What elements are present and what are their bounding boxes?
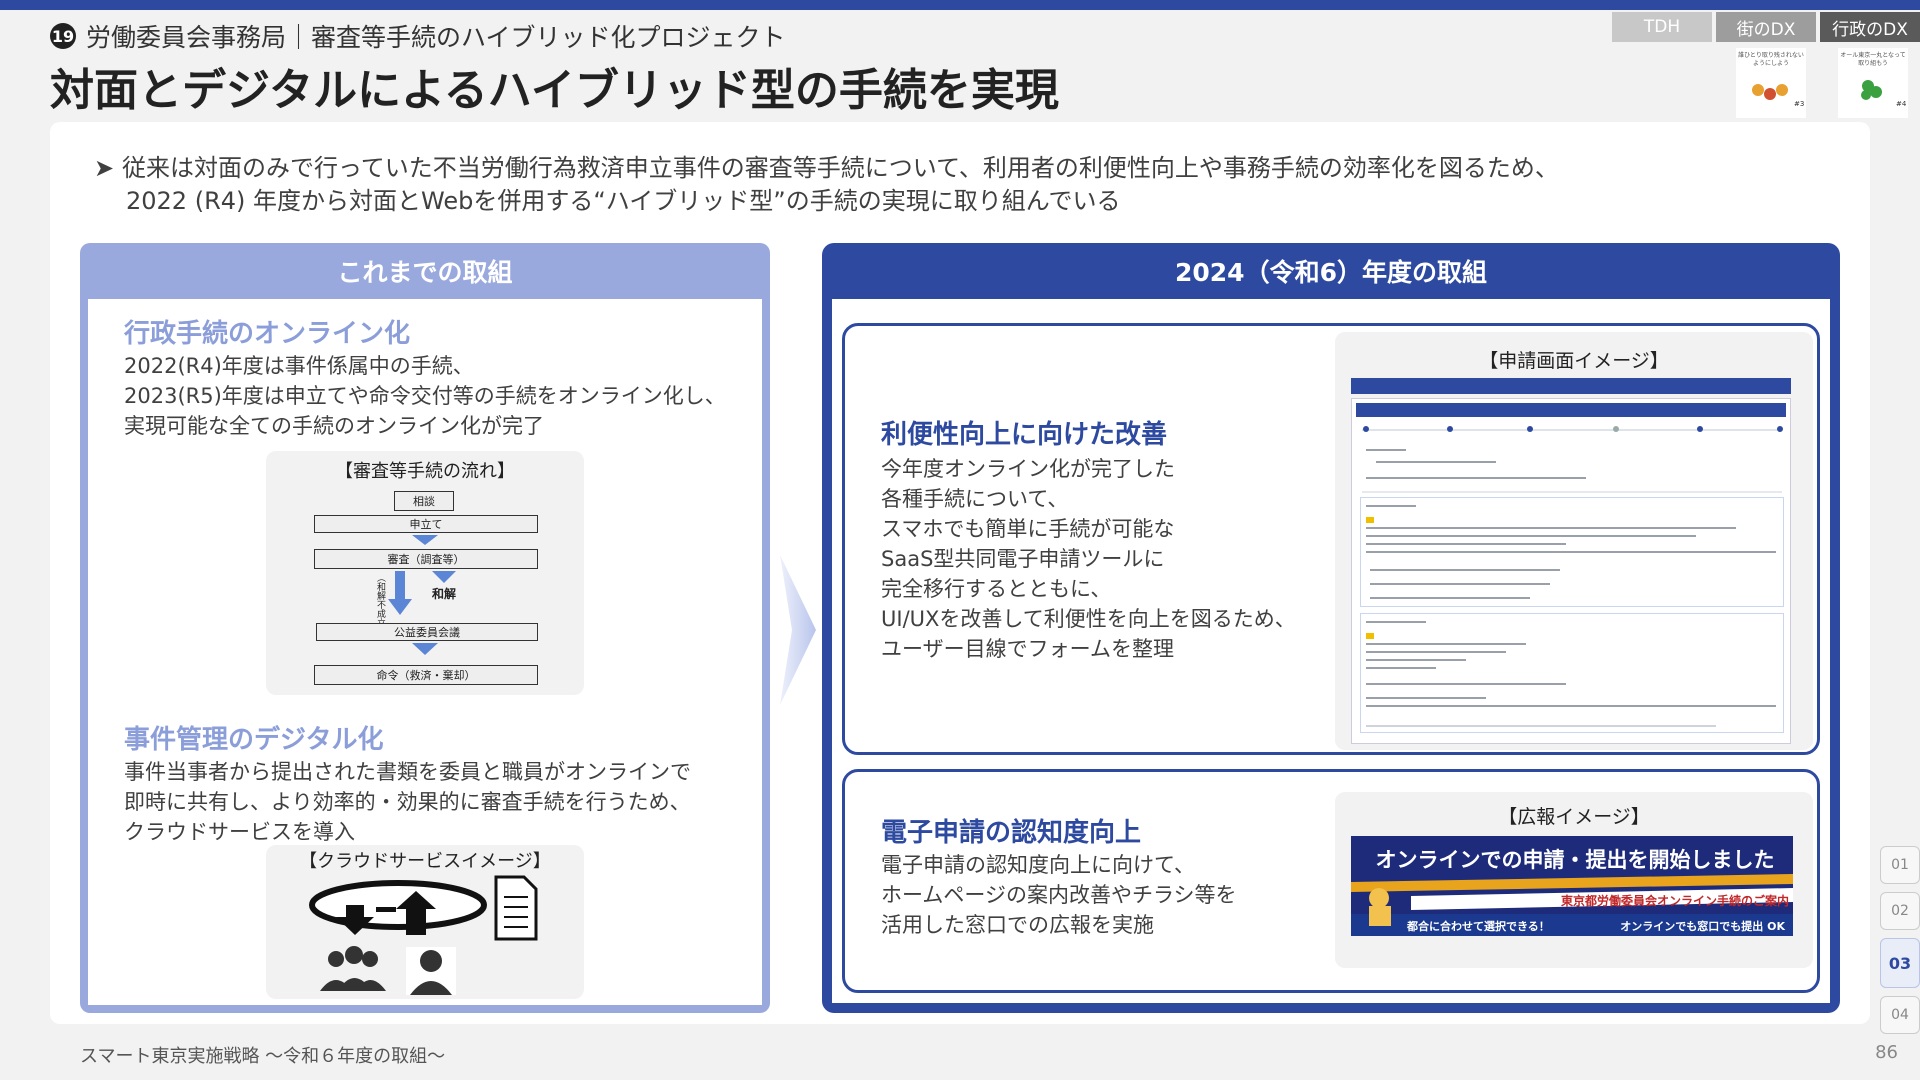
text-line: 今年度オンライン化が完了した bbox=[881, 457, 1175, 481]
tag-machi-dx: 街のDX bbox=[1716, 12, 1816, 42]
tag-tdh: TDH bbox=[1612, 12, 1712, 42]
group-users-icon bbox=[320, 946, 386, 991]
top-accent-bar bbox=[0, 0, 1920, 10]
current-efforts-panel: 2024（令和6）年度の取組 利便性向上に向けた改善 今年度オンライン化が完了し… bbox=[822, 243, 1840, 1013]
text-line: 即時に共有し、より効率的・効果的に審査手続を行うため、 bbox=[124, 790, 691, 814]
intro-line-1: 従来は対面のみで行っていた不当労働行為救済申立事件の審査等手続について、利用者の… bbox=[122, 154, 1559, 182]
text-line: ホームページの案内改善やチラシ等を bbox=[881, 883, 1237, 907]
footer-text: スマート東京実施戦略 〜令和６年度の取組〜 bbox=[80, 1046, 446, 1067]
arrow-down-icon bbox=[388, 571, 412, 615]
flow-step-commission-meeting: 公益委員会議 bbox=[316, 623, 538, 641]
logo-number: #3 bbox=[1794, 100, 1804, 108]
publicity-image: 【広報イメージ】 オンラインでの申請・提出を開始しました 東京都労働委員会オンラ… bbox=[1335, 792, 1813, 968]
flow-step-examination: 審査（調査等） bbox=[314, 549, 538, 569]
logo-caption: オール東京一丸となって取り組もう bbox=[1840, 52, 1906, 67]
flow-step-consult: 相談 bbox=[394, 491, 454, 511]
clover-logo-icon: #4 bbox=[1861, 80, 1907, 108]
cloud-title: 【クラウドサービスイメージ】 bbox=[299, 851, 551, 872]
cloud-service-illustration bbox=[309, 875, 538, 995]
intro-line-2: 2022 (R4) 年度から対面とWebを併用する“ハイブリッド型”の手続の実現… bbox=[126, 187, 1121, 215]
online-procedures-text: 2022(R4)年度は事件係属中の手続、 2023(R5)年度は申立てや命令交付… bbox=[124, 351, 726, 441]
intro-text: ➤ 従来は対面のみで行っていた不当労働行為救済申立事件の審査等手続について、利用者… bbox=[94, 152, 1559, 218]
tdh-logo-4: オール東京一丸となって取り組もう #4 bbox=[1838, 48, 1908, 118]
page-number: 86 bbox=[1875, 1042, 1898, 1063]
chevron-right-icon bbox=[780, 555, 816, 705]
pager-item-02[interactable]: 02 bbox=[1880, 892, 1920, 930]
category-tags: TDH 街のDX 行政のDX bbox=[1612, 12, 1920, 42]
banner-subline: 東京都労働委員会オンライン手続のご案内 bbox=[1560, 894, 1789, 908]
case-management-text: 事件当事者から提出された書類を委員と職員がオンラインで 即時に共有し、より効率的… bbox=[124, 757, 691, 847]
awareness-card: 電子申請の認知度向上 電子申請の認知度向上に向けて、 ホームページの案内改善やチ… bbox=[842, 769, 1820, 993]
text-line: 事件当事者から提出された書類を委員と職員がオンラインで bbox=[124, 760, 691, 784]
project-number-badge: 19 bbox=[50, 23, 76, 49]
text-line: 各種手続について、 bbox=[881, 487, 1069, 511]
staff-user-icon bbox=[406, 947, 456, 995]
text-line: 活用した窓口での広報を実施 bbox=[881, 913, 1154, 937]
text-line: UI/UXを改善して利便性を向上を図るため、 bbox=[881, 607, 1296, 631]
text-line: クラウドサービスを導入 bbox=[124, 820, 355, 844]
procedure-flow-diagram: 【審査等手続の流れ】 相談 申立て 審査（調査等） 和解 （和解不成立） 公益委… bbox=[266, 451, 584, 695]
banner-headline: オンラインでの申請・提出を開始しました bbox=[1375, 848, 1775, 872]
logo-number: #4 bbox=[1896, 100, 1907, 108]
pager-item-01[interactable]: 01 bbox=[1880, 846, 1920, 884]
flow-title: 【審査等手続の流れ】 bbox=[335, 461, 515, 482]
people-logo-icon: #3 bbox=[1752, 84, 1804, 108]
text-line: スマホでも簡単に手続が可能な bbox=[881, 517, 1175, 541]
form-header-bar bbox=[1351, 378, 1791, 394]
cloud-icon bbox=[309, 880, 487, 930]
text-line: SaaS型共同電子申請ツールに bbox=[881, 547, 1165, 571]
convenience-improvement-card: 利便性向上に向けた改善 今年度オンライン化が完了した 各種手続について、 スマホ… bbox=[842, 323, 1820, 755]
text-line: 実現可能な全ての手続のオンライン化が完了 bbox=[124, 414, 544, 438]
convenience-text: 今年度オンライン化が完了した 各種手続について、 スマホでも簡単に手続が可能な … bbox=[881, 454, 1296, 664]
arrow-down-icon bbox=[412, 535, 438, 545]
tag-gyosei-dx: 行政のDX bbox=[1820, 12, 1920, 42]
previous-efforts-heading: これまでの取組 bbox=[337, 258, 513, 287]
pager-item-03[interactable]: 03 bbox=[1880, 938, 1920, 988]
form-section bbox=[1360, 613, 1784, 733]
awareness-text: 電子申請の認知度向上に向けて、 ホームページの案内改善やチラシ等を 活用した窓口… bbox=[881, 850, 1237, 940]
flow-step-filing: 申立て bbox=[314, 515, 538, 533]
case-management-title: 事件管理のデジタル化 bbox=[124, 725, 384, 755]
arrow-down-icon bbox=[432, 571, 456, 583]
text-line: 電子申請の認知度向上に向けて、 bbox=[881, 853, 1195, 877]
page-title: 対面とデジタルによるハイブリッド型の手続を実現 bbox=[50, 65, 1059, 116]
publicity-title: 【広報イメージ】 bbox=[1498, 806, 1650, 828]
flow-step-order: 命令（救済・棄却） bbox=[314, 665, 538, 685]
arrow-down-icon bbox=[412, 643, 438, 655]
bullet-arrow-icon: ➤ bbox=[94, 154, 115, 182]
pager-item-04[interactable]: 04 bbox=[1880, 996, 1920, 1034]
convenience-title: 利便性向上に向けた改善 bbox=[881, 420, 1168, 450]
text-line: 完全移行するとともに、 bbox=[881, 577, 1112, 601]
logo-caption: 誰ひとり取り残されないようにしよう bbox=[1738, 52, 1804, 67]
header-subtitle: 19 労働委員会事務局｜審査等手続のハイブリッド化プロジェクト bbox=[50, 18, 786, 54]
application-screen-title: 【申請画面イメージ】 bbox=[1479, 350, 1669, 372]
banner-foot-right: オンラインでも窓口でも提出 OK bbox=[1620, 920, 1785, 933]
cloud-service-image: 【クラウドサービスイメージ】 bbox=[266, 845, 584, 999]
tdh-logo-3: 誰ひとり取り残されないようにしよう #3 bbox=[1736, 48, 1806, 118]
text-line: ユーザー目線でフォームを整理 bbox=[881, 637, 1174, 661]
current-efforts-body: 利便性向上に向けた改善 今年度オンライン化が完了した 各種手続について、 スマホ… bbox=[832, 299, 1830, 1003]
online-procedures-title: 行政手続のオンライン化 bbox=[124, 319, 411, 349]
text-line: 2023(R5)年度は申立てや命令交付等の手続をオンライン化し、 bbox=[124, 384, 726, 408]
header-subtitle-text: 労働委員会事務局｜審査等手続のハイブリッド化プロジェクト bbox=[86, 23, 786, 52]
awareness-title: 電子申請の認知度向上 bbox=[881, 818, 1142, 848]
form-mockup bbox=[1351, 398, 1791, 744]
text-line: 2022(R4)年度は事件係属中の手続、 bbox=[124, 354, 474, 378]
banner-foot-left: 都合に合わせて選択できる！ bbox=[1407, 920, 1550, 933]
document-icon bbox=[494, 875, 538, 941]
progress-steps bbox=[1363, 426, 1783, 432]
current-efforts-heading: 2024（令和6）年度の取組 bbox=[1175, 258, 1487, 287]
form-title-bar bbox=[1356, 403, 1786, 417]
section-pager: 01 02 03 04 bbox=[1880, 846, 1920, 1034]
application-screen-image: 【申請画面イメージ】 bbox=[1335, 332, 1813, 750]
publicity-banner: オンラインでの申請・提出を開始しました 東京都労働委員会オンライン手続のご案内 … bbox=[1351, 836, 1793, 936]
flow-settlement-label: 和解 bbox=[432, 587, 457, 601]
previous-efforts-panel: これまでの取組 行政手続のオンライン化 2022(R4)年度は事件係属中の手続、… bbox=[80, 243, 770, 1013]
previous-efforts-body: 行政手続のオンライン化 2022(R4)年度は事件係属中の手続、 2023(R5… bbox=[88, 299, 762, 1005]
